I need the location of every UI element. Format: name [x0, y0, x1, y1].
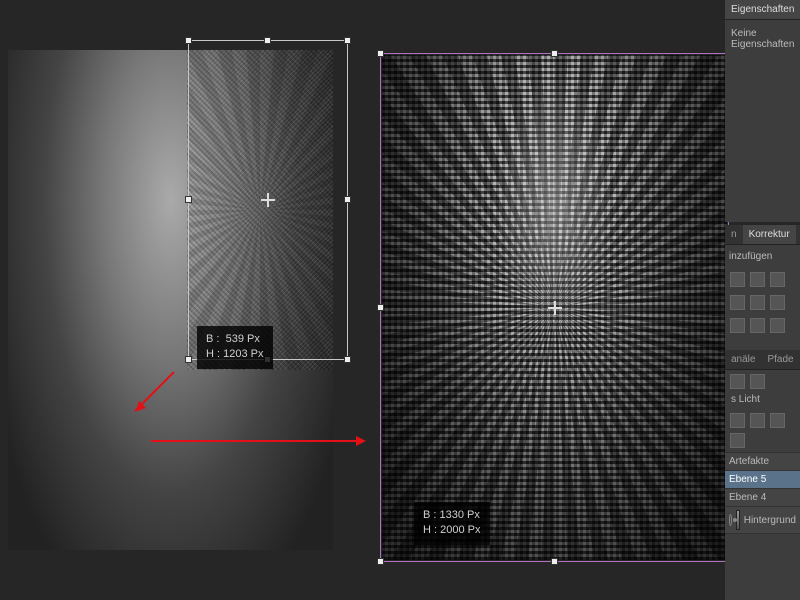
transform-handle[interactable]: [185, 37, 192, 44]
center-indicator-icon: [548, 301, 562, 315]
layer-ebene-5[interactable]: Ebene 5: [725, 471, 800, 489]
transform-handle[interactable]: [344, 196, 351, 203]
transform-handle[interactable]: [551, 50, 558, 57]
add-adjustment-label: inzufügen: [729, 251, 796, 262]
adjustment-preset-icon[interactable]: [750, 272, 765, 287]
transform-handle[interactable]: [344, 356, 351, 363]
lock-move-icon[interactable]: [770, 413, 785, 428]
transform-handle[interactable]: [264, 37, 271, 44]
annotation-arrow-large: [151, 434, 381, 454]
layer-ebene-4[interactable]: Ebene 4: [725, 489, 800, 507]
transform-box-left[interactable]: [188, 40, 348, 360]
adjustment-preset-icon[interactable]: [750, 318, 765, 333]
width-value: 539 Px: [226, 333, 260, 345]
tab-paths[interactable]: Pfade: [761, 350, 799, 369]
lock-transparent-icon[interactable]: [730, 413, 745, 428]
layer-label: Ebene 4: [729, 492, 766, 503]
adjustment-preset-icon[interactable]: [770, 318, 785, 333]
properties-panel[interactable]: Eigenschaften Info: [725, 0, 800, 22]
width-label: B :: [423, 509, 436, 521]
visibility-eye-icon[interactable]: [729, 514, 732, 526]
layers-panel[interactable]: s Licht Artefakte Ebene 5 Ebene 4 Hinter…: [725, 390, 800, 600]
adjustment-icons-row-1: [725, 268, 800, 291]
center-indicator-icon: [261, 193, 275, 207]
lock-all-icon[interactable]: [730, 433, 745, 448]
transform-handle[interactable]: [185, 196, 192, 203]
adjustment-preset-icon[interactable]: [730, 318, 745, 333]
tab-channels[interactable]: anäle: [725, 350, 761, 369]
adjustment-preset-icon[interactable]: [730, 295, 745, 310]
filter-icon[interactable]: [730, 374, 745, 389]
adjustment-preset-icon[interactable]: [770, 272, 785, 287]
annotation-arrow-small: [135, 360, 205, 420]
adjustment-preset-icon[interactable]: [750, 295, 765, 310]
dimensions-readout-right: B : 1330 Px H : 2000 Px: [414, 502, 490, 545]
dimensions-readout-left: B : 539 Px H : 1203 Px: [197, 326, 273, 369]
transform-handle[interactable]: [551, 558, 558, 565]
layer-label: Hintergrund: [744, 515, 796, 526]
transform-handle[interactable]: [377, 558, 384, 565]
tab-corrections[interactable]: Korrektur: [743, 225, 796, 244]
layer-group-artefakte[interactable]: Artefakte: [725, 453, 800, 471]
transform-handle[interactable]: [344, 37, 351, 44]
transform-handle[interactable]: [377, 50, 384, 57]
height-value: 2000 Px: [440, 524, 480, 536]
lock-brush-icon[interactable]: [750, 413, 765, 428]
adjustment-preset-icon[interactable]: [730, 272, 745, 287]
layer-label: Ebene 5: [729, 474, 766, 485]
height-label: H :: [206, 348, 220, 360]
tab-properties[interactable]: Eigenschaften: [725, 0, 800, 19]
channels-panel[interactable]: anäle Pfade: [725, 350, 800, 390]
layer-hintergrund[interactable]: Hintergrund: [725, 507, 800, 534]
no-properties-label: Keine Eigenschaften: [725, 22, 800, 56]
transform-box-right[interactable]: [380, 53, 729, 562]
adjustment-preset-icon[interactable]: [770, 295, 785, 310]
blend-mode-select[interactable]: s Licht: [731, 394, 760, 405]
height-value: 1203 Px: [223, 348, 263, 360]
layer-label: Artefakte: [729, 456, 769, 467]
adjustment-icons-row-2: [725, 291, 800, 314]
thumbnail-icon[interactable]: [750, 374, 765, 389]
adjustments-panel[interactable]: n Korrektur inzufügen: [725, 225, 800, 350]
height-label: H :: [423, 524, 437, 536]
properties-body: Keine Eigenschaften: [725, 22, 800, 222]
tab-n[interactable]: n: [725, 225, 743, 244]
width-value: 1330 Px: [440, 509, 480, 521]
adjustment-icons-row-3: [725, 314, 800, 337]
canvas-area[interactable]: B : 539 Px H : 1203 Px B : 1330 Px H : 2…: [0, 0, 800, 600]
transform-handle[interactable]: [377, 304, 384, 311]
width-label: B :: [206, 333, 219, 345]
